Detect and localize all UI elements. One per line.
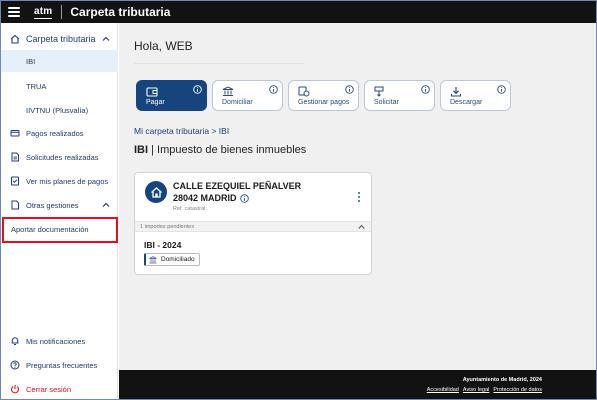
greeting-divider [134, 63, 304, 64]
info-icon[interactable] [497, 85, 506, 94]
app-title: Carpeta tributaria [70, 5, 171, 19]
chevron-up-icon[interactable] [102, 35, 110, 43]
footer: Ayuntamiento de Madrid, 2024 Accesibilid… [119, 370, 596, 399]
sidebar-section-label: Carpeta tributaria [26, 34, 96, 44]
greeting: Hola, WEB [134, 39, 193, 53]
address-line-1: CALLE EZEQUIEL PEÑALVER [173, 181, 302, 191]
info-icon[interactable] [345, 85, 354, 94]
sidebar-item-cerrar-sesion[interactable]: Cerrar sesión [1, 380, 118, 398]
sidebar-item-label: Preguntas frecuentes [26, 360, 98, 370]
sidebar-item-label: TRUA [26, 81, 47, 91]
sidebar-item-label: Pagos realizados [26, 128, 84, 138]
home-icon [145, 181, 167, 203]
atm-logo[interactable]: atm [34, 6, 53, 19]
request-button[interactable]: Solicitar [364, 80, 435, 111]
sidebar-item-label: IBI [26, 56, 36, 66]
power-icon [10, 384, 20, 394]
action-bar: Pagar Domiciliar Gestionar pagos Solicit… [136, 80, 511, 111]
more-options-icon[interactable] [358, 192, 361, 202]
breadcrumb[interactable]: Mi carpeta tributaria > IBI [134, 126, 229, 136]
address-line-2: 28042 MADRID [173, 193, 249, 203]
page-title: IBI | Impuesto de bienes inmuebles [134, 144, 306, 156]
sidebar-item-label: Cerrar sesión [26, 384, 72, 394]
footer-links: Accesibilidad Aviso legal Protección de … [427, 387, 542, 393]
sidebar-item-planes-pagos[interactable]: Ver mis planes de pagos [1, 172, 118, 190]
highlight-box [2, 217, 118, 243]
footer-org: Ayuntamiento de Madrid, 2024 [462, 377, 542, 383]
payment-plan-icon [10, 176, 20, 186]
status-badge: Domiciliado [144, 253, 200, 266]
sidebar-item-label: Mis notificaciones [26, 336, 86, 346]
page-title-code: IBI [134, 144, 149, 156]
bell-icon [10, 336, 20, 346]
cadastral-ref-label: Ref. catastral: [173, 206, 207, 212]
footer-link-proteccion-datos[interactable]: Protección de datos [493, 387, 542, 393]
download-label: Descargar [450, 99, 483, 106]
sidebar-item-trua[interactable]: TRUA [1, 77, 118, 95]
info-icon[interactable] [269, 85, 278, 94]
page-title-separator: | [151, 144, 154, 156]
download-button[interactable]: Descargar [440, 80, 511, 111]
sidebar-item-label: IIVTNU (Plusvalía) [26, 105, 89, 115]
chevron-up-icon[interactable] [358, 224, 365, 230]
info-icon[interactable] [421, 85, 430, 94]
sidebar-item-label: Ver mis planes de pagos [26, 176, 109, 186]
sidebar-item-solicitudes[interactable]: Solicitudes realizadas [1, 148, 118, 166]
wallet-icon [146, 87, 158, 97]
header-divider [61, 5, 63, 19]
pay-label: Pagar [146, 99, 165, 106]
domiciliar-label: Domiciliar [222, 99, 253, 106]
pending-amounts-text: 1 importes pendientes [140, 224, 195, 230]
download-icon [450, 87, 462, 97]
tax-year: IBI - 2024 [144, 240, 182, 250]
manage-payments-button[interactable]: Gestionar pagos [288, 80, 359, 111]
requests-icon [10, 152, 20, 162]
sidebar-item-label: Solicitudes realizadas [26, 152, 99, 162]
payments-icon [10, 128, 20, 138]
request-icon [374, 86, 384, 97]
request-label: Solicitar [374, 99, 399, 106]
footer-link-accesibilidad[interactable]: Accesibilidad [427, 387, 459, 393]
pay-button[interactable]: Pagar [136, 80, 207, 111]
bank-icon [149, 255, 157, 263]
sidebar-item-otras-gestiones[interactable]: Otras gestiones [1, 196, 118, 214]
sidebar-item-iivtnu[interactable]: IIVTNU (Plusvalía) [1, 101, 118, 119]
domiciliar-button[interactable]: Domiciliar [212, 80, 283, 111]
status-badge-label: Domiciliado [161, 256, 195, 263]
sidebar-item-carpeta-tributaria[interactable]: Carpeta tributaria [1, 29, 118, 49]
page-title-description: Impuesto de bienes inmuebles [157, 144, 307, 156]
house-icon [10, 34, 20, 44]
footer-link-aviso-legal[interactable]: Aviso legal [463, 387, 490, 393]
info-icon[interactable] [193, 85, 202, 94]
manage-payments-label: Gestionar pagos [298, 99, 350, 106]
manage-payments-icon [298, 86, 310, 97]
property-card[interactable]: CALLE EZEQUIEL PEÑALVER 28042 MADRID Ref… [134, 172, 372, 275]
sidebar-item-label: Otras gestiones [26, 200, 79, 210]
sidebar-item-ibi[interactable]: IBI [1, 50, 118, 72]
sidebar-item-pagos-realizados[interactable]: Pagos realizados [1, 124, 118, 142]
question-icon [10, 360, 20, 370]
sidebar: Carpeta tributaria IBI TRUA IIVTNU (Plus… [1, 23, 118, 399]
info-icon[interactable] [239, 193, 249, 203]
sidebar-item-notificaciones[interactable]: Mis notificaciones [1, 332, 118, 350]
pending-amounts-bar[interactable]: 1 importes pendientes [135, 221, 371, 232]
document-icon [10, 200, 20, 210]
bank-icon [222, 86, 234, 96]
sidebar-item-preguntas-frecuentes[interactable]: Preguntas frecuentes [1, 356, 118, 374]
menu-icon[interactable] [8, 7, 20, 17]
top-bar: atm Carpeta tributaria [1, 1, 596, 23]
chevron-up-icon[interactable] [102, 201, 110, 209]
postal-city: 28042 MADRID [173, 193, 237, 203]
main-content: Hola, WEB Pagar Domiciliar Gestionar pag… [119, 23, 596, 370]
